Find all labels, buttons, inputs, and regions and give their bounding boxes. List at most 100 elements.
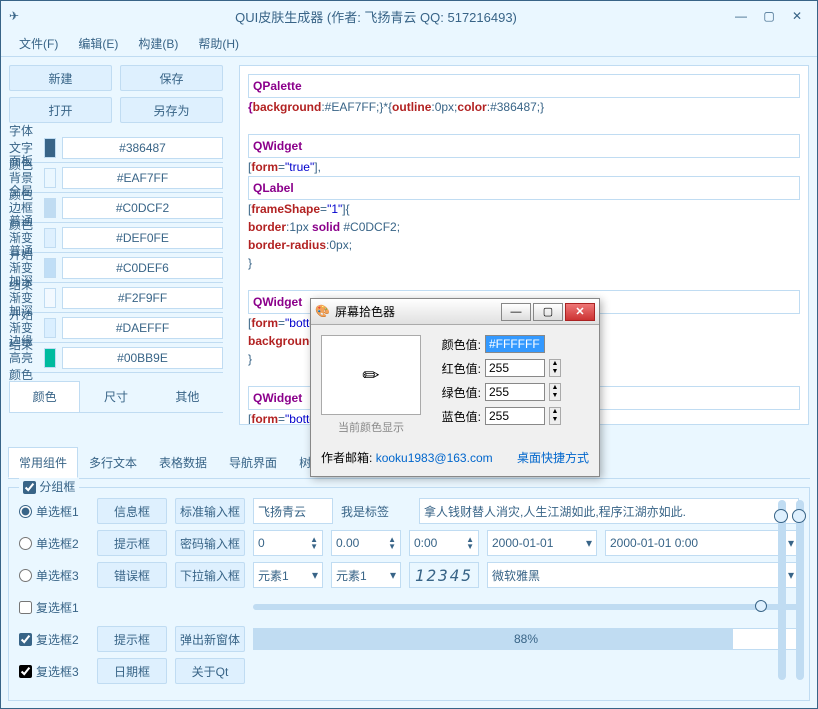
window-title: QUI皮肤生成器 (作者: 飞扬青云 QQ: 517216493): [27, 7, 725, 26]
app-icon: ✈: [9, 9, 19, 23]
color-hex-input[interactable]: [62, 137, 223, 159]
bottom-tab[interactable]: 表格数据: [148, 447, 218, 478]
lcd-number: 12345: [409, 562, 479, 588]
combo-1[interactable]: 元素1▾: [253, 562, 323, 588]
bottom-tab[interactable]: 多行文本: [78, 447, 148, 478]
color-swatch[interactable]: [44, 348, 56, 368]
check-3[interactable]: 复选框3: [19, 658, 89, 684]
bottom-tab[interactable]: 导航界面: [218, 447, 288, 478]
popup-button[interactable]: 弹出新窗体: [175, 626, 245, 652]
date-button[interactable]: 日期框: [97, 658, 167, 684]
color-row: 面板背景颜色: [9, 163, 223, 193]
color-hex-input[interactable]: [62, 317, 223, 339]
hint2-button[interactable]: 提示框: [97, 626, 167, 652]
menubar: 文件(F) 编辑(E) 构建(B) 帮助(H): [1, 31, 817, 57]
info-button[interactable]: 信息框: [97, 498, 167, 524]
about-button[interactable]: 关于Qt: [175, 658, 245, 684]
input-green[interactable]: [485, 383, 545, 401]
font-combo[interactable]: 微软雅黑▾: [487, 562, 799, 588]
text-input-1[interactable]: [253, 498, 333, 524]
dialog-title: 屏幕拾色器: [335, 303, 499, 320]
spin-green[interactable]: ▲▼: [549, 383, 561, 401]
color-row: 普通渐变开始: [9, 223, 223, 253]
v-slider-1[interactable]: [778, 500, 786, 680]
dialog-maximize-icon[interactable]: ▢: [533, 303, 563, 321]
save-button[interactable]: 保存: [120, 65, 223, 91]
maximize-icon[interactable]: ▢: [757, 4, 781, 28]
h-slider[interactable]: [253, 604, 799, 610]
groupbox-legend[interactable]: 分组框: [19, 478, 79, 495]
progress-bar: 88%: [253, 628, 799, 650]
color-swatch[interactable]: [44, 198, 56, 218]
input-blue[interactable]: [485, 407, 545, 425]
text-input-long[interactable]: [419, 498, 799, 524]
combo-2[interactable]: 元素1▾: [331, 562, 401, 588]
bottom-tab[interactable]: 常用组件: [8, 447, 78, 478]
radio-2[interactable]: 单选框2: [19, 530, 89, 556]
date-edit[interactable]: 2000-01-01▾: [487, 530, 597, 556]
menu-help[interactable]: 帮助(H): [188, 31, 249, 56]
pwdinput-button[interactable]: 密码输入框: [175, 530, 245, 556]
color-row: 边缘高亮颜色: [9, 343, 223, 373]
hint-button[interactable]: 提示框: [97, 530, 167, 556]
color-swatch[interactable]: [44, 228, 56, 248]
tab-color[interactable]: 颜色: [9, 381, 80, 412]
color-hex-input[interactable]: [62, 257, 223, 279]
bottom-panel: 常用组件多行文本表格数据导航界面树字体内置图标视频监控 分组框 单选框1 信息框…: [8, 447, 810, 701]
shortcut-link[interactable]: 桌面快捷方式: [517, 449, 589, 466]
spin-double[interactable]: 0.00▲▼: [331, 530, 401, 556]
minimize-icon[interactable]: —: [729, 4, 753, 28]
label-blue: 蓝色值:: [431, 408, 481, 425]
menu-edit[interactable]: 编辑(E): [68, 31, 128, 56]
input-color-hex[interactable]: [485, 335, 545, 353]
dialog-titlebar[interactable]: 🎨 屏幕拾色器 — ▢ ✕: [311, 299, 599, 325]
groupbox-title: 分组框: [39, 480, 75, 494]
color-swatch[interactable]: [44, 138, 56, 158]
menu-build[interactable]: 构建(B): [128, 31, 188, 56]
tab-other[interactable]: 其他: [152, 381, 223, 412]
new-button[interactable]: 新建: [9, 65, 112, 91]
error-button[interactable]: 错误框: [97, 562, 167, 588]
color-row: 普通渐变结束: [9, 253, 223, 283]
time-edit[interactable]: 0:00▲▼: [409, 530, 479, 556]
email-label: 作者邮箱:: [321, 451, 372, 465]
color-row: 字体文字颜色: [9, 133, 223, 163]
dialog-footer: 作者邮箱: kooku1983@163.com 桌面快捷方式: [311, 445, 599, 476]
dialog-close-icon[interactable]: ✕: [565, 303, 595, 321]
radio-3[interactable]: 单选框3: [19, 562, 89, 588]
close-icon[interactable]: ✕: [785, 4, 809, 28]
dialog-minimize-icon[interactable]: —: [501, 303, 531, 321]
menu-file[interactable]: 文件(F): [9, 31, 68, 56]
color-hex-input[interactable]: [62, 287, 223, 309]
spin-blue[interactable]: ▲▼: [549, 407, 561, 425]
stdinput-button[interactable]: 标准输入框: [175, 498, 245, 524]
spin-red[interactable]: ▲▼: [549, 359, 561, 377]
color-picker-dialog: 🎨 屏幕拾色器 — ▢ ✕ ✎ 当前颜色显示 颜色值: 红色值: ▲▼ 绿色值:: [310, 298, 600, 477]
open-button[interactable]: 打开: [9, 97, 112, 123]
color-hex-input[interactable]: [62, 167, 223, 189]
color-hex-input[interactable]: [62, 197, 223, 219]
dropinput-button[interactable]: 下拉输入框: [175, 562, 245, 588]
saveas-button[interactable]: 另存为: [120, 97, 223, 123]
tab-size[interactable]: 尺寸: [80, 381, 151, 412]
color-swatch[interactable]: [44, 318, 56, 338]
datetime-edit[interactable]: 2000-01-01 0:00▾: [605, 530, 799, 556]
radio-1[interactable]: 单选框1: [19, 498, 89, 524]
check-1[interactable]: 复选框1: [19, 594, 89, 620]
color-swatch[interactable]: [44, 168, 56, 188]
email-link[interactable]: kooku1983@163.com: [376, 451, 493, 465]
preview-caption: 当前颜色显示: [321, 419, 421, 435]
picker-icon: 🎨: [315, 304, 331, 320]
color-hex-input[interactable]: [62, 227, 223, 249]
color-hex-input[interactable]: [62, 347, 223, 369]
color-row: 加深渐变开始: [9, 283, 223, 313]
v-slider-2[interactable]: [796, 500, 804, 680]
color-swatch[interactable]: [44, 288, 56, 308]
spin-int[interactable]: 0▲▼: [253, 530, 323, 556]
check-2[interactable]: 复选框2: [19, 626, 89, 652]
chevron-down-icon: ▾: [390, 568, 396, 582]
input-red[interactable]: [485, 359, 545, 377]
color-swatch[interactable]: [44, 258, 56, 278]
titlebar: ✈ QUI皮肤生成器 (作者: 飞扬青云 QQ: 517216493) — ▢ …: [1, 1, 817, 31]
vertical-sliders: [778, 500, 804, 680]
